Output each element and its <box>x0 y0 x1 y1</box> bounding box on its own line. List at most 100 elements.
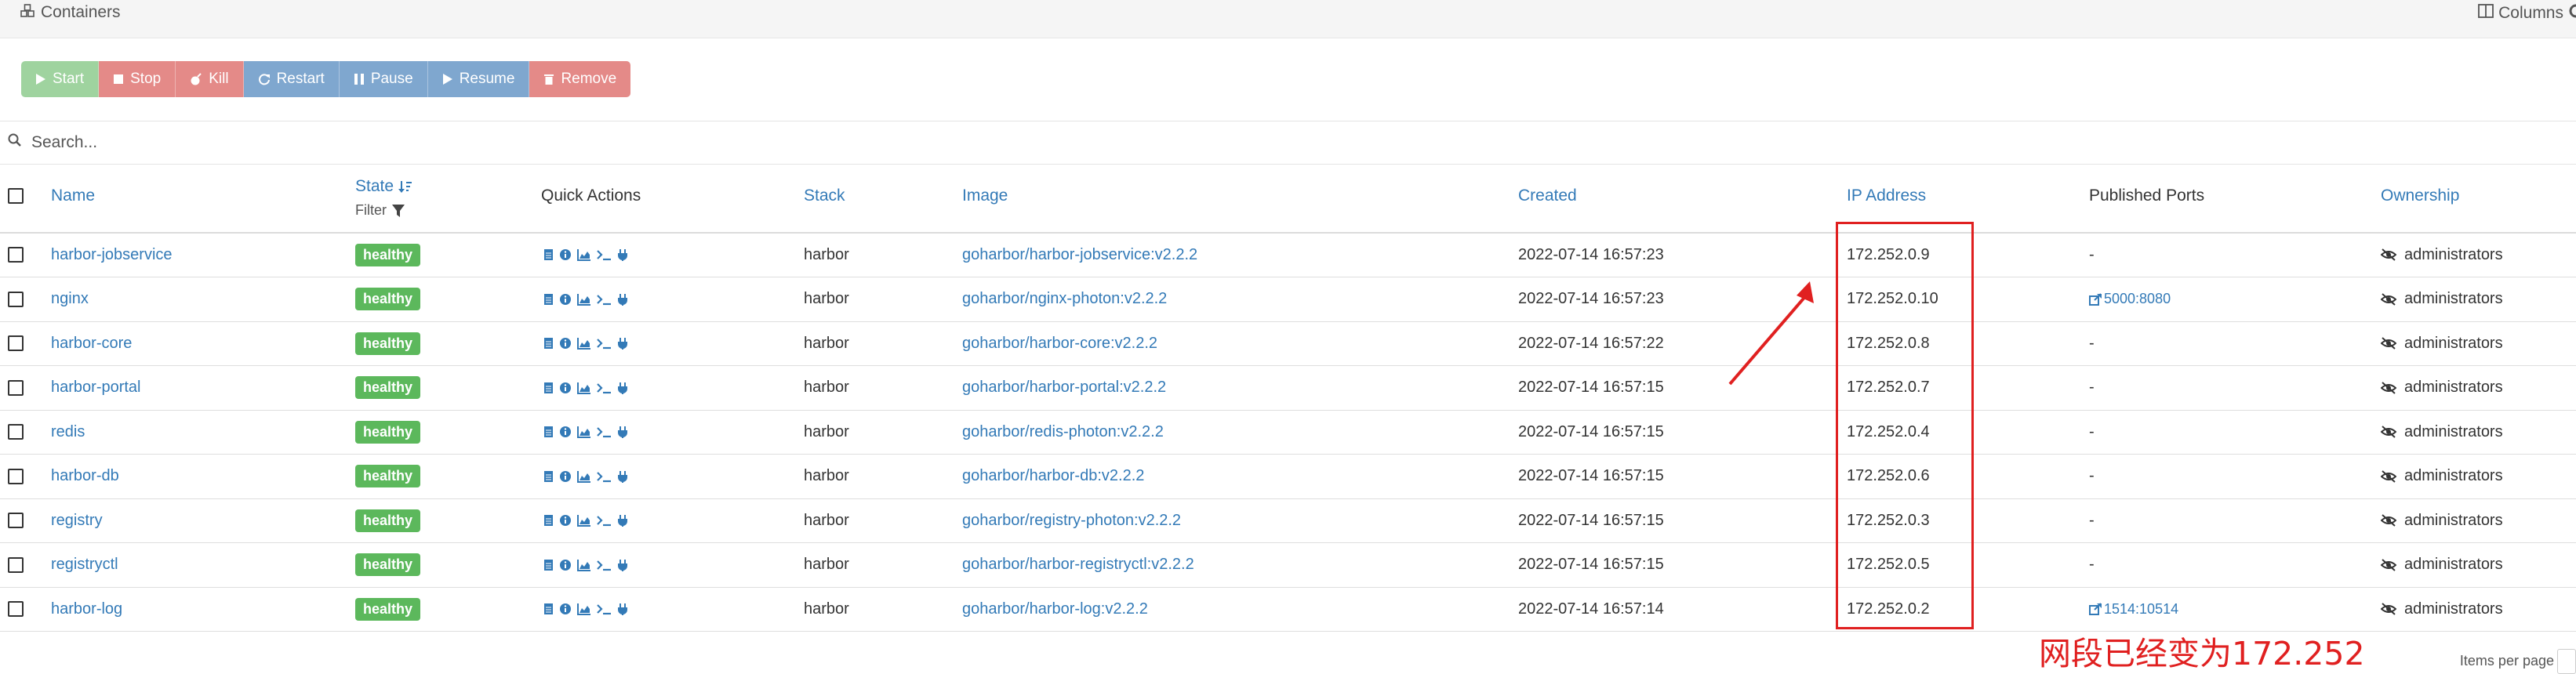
logs-icon[interactable] <box>543 337 554 350</box>
resume-button[interactable]: Resume <box>427 61 530 97</box>
container-name-link[interactable]: harbor-db <box>51 455 119 498</box>
attach-icon[interactable] <box>617 603 628 615</box>
image-link[interactable]: goharbor/registry-photon:v2.2.2 <box>962 498 1181 542</box>
column-header-stack[interactable]: Stack <box>804 187 845 205</box>
console-icon[interactable] <box>597 293 612 306</box>
row-checkbox[interactable] <box>8 379 24 396</box>
attach-icon[interactable] <box>617 559 628 571</box>
quick-actions <box>543 321 628 365</box>
image-link[interactable]: goharbor/harbor-jobservice:v2.2.2 <box>962 233 1197 277</box>
row-checkbox[interactable] <box>8 468 24 484</box>
attach-icon[interactable] <box>617 470 628 483</box>
select-all-checkbox[interactable] <box>8 188 24 204</box>
row-checkbox[interactable] <box>8 513 24 528</box>
column-header-created[interactable]: Created <box>1518 187 1577 205</box>
column-header-state[interactable]: State <box>355 177 412 196</box>
column-header-image[interactable]: Image <box>962 187 1008 205</box>
row-checkbox[interactable] <box>8 335 24 351</box>
info-icon[interactable] <box>559 337 572 350</box>
info-icon[interactable] <box>559 603 572 615</box>
container-name-link[interactable]: harbor-log <box>51 587 122 631</box>
logs-icon[interactable] <box>543 293 554 306</box>
container-name-link[interactable]: nginx <box>51 277 89 321</box>
container-name-link[interactable]: registry <box>51 498 103 542</box>
ownership-label: administrators <box>2404 556 2503 573</box>
published-port-link[interactable]: 5000:8080 <box>2089 291 2171 307</box>
attach-icon[interactable] <box>617 293 628 306</box>
container-name-link[interactable]: harbor-jobservice <box>51 233 173 277</box>
info-icon[interactable] <box>559 426 572 438</box>
start-button[interactable]: Start <box>21 61 100 97</box>
image-link[interactable]: goharbor/harbor-registryctl:v2.2.2 <box>962 543 1194 587</box>
state-filter[interactable]: Filter <box>355 202 405 219</box>
console-icon[interactable] <box>597 470 612 483</box>
published-port-link[interactable]: 1514:10514 <box>2089 601 2178 618</box>
logs-icon[interactable] <box>543 559 554 571</box>
attach-icon[interactable] <box>617 426 628 438</box>
created-cell: 2022-07-14 16:57:15 <box>1518 556 1664 573</box>
container-name-link[interactable]: harbor-portal <box>51 366 141 410</box>
ownership-label: administrators <box>2404 379 2503 396</box>
column-header-ip-address[interactable]: IP Address <box>1847 187 1926 205</box>
attach-icon[interactable] <box>617 382 628 394</box>
logs-icon[interactable] <box>543 470 554 483</box>
image-link[interactable]: goharbor/harbor-db:v2.2.2 <box>962 455 1144 498</box>
items-per-page-select[interactable] <box>2557 649 2576 674</box>
pause-button[interactable]: Pause <box>339 61 428 97</box>
stats-icon[interactable] <box>577 603 591 615</box>
stats-icon[interactable] <box>577 514 591 527</box>
image-link[interactable]: goharbor/harbor-portal:v2.2.2 <box>962 366 1166 410</box>
row-checkbox[interactable] <box>8 247 24 263</box>
logs-icon[interactable] <box>543 248 554 261</box>
row-checkbox[interactable] <box>8 424 24 440</box>
console-icon[interactable] <box>597 426 612 438</box>
attach-icon[interactable] <box>617 337 628 350</box>
info-icon[interactable] <box>559 382 572 394</box>
console-icon[interactable] <box>597 248 612 261</box>
console-icon[interactable] <box>597 514 612 527</box>
search-input[interactable] <box>30 132 503 153</box>
attach-icon[interactable] <box>617 248 628 261</box>
columns-button[interactable]: Columns <box>2478 3 2576 24</box>
row-checkbox[interactable] <box>8 601 24 617</box>
console-icon[interactable] <box>597 382 612 394</box>
console-icon[interactable] <box>597 603 612 615</box>
image-link[interactable]: goharbor/redis-photon:v2.2.2 <box>962 410 1164 454</box>
logs-icon[interactable] <box>543 426 554 438</box>
play-icon <box>36 74 45 85</box>
container-name-link[interactable]: redis <box>51 410 85 454</box>
stop-button[interactable]: Stop <box>99 61 176 97</box>
column-header-name[interactable]: Name <box>51 187 95 205</box>
console-icon[interactable] <box>597 337 612 350</box>
stats-icon[interactable] <box>577 426 591 438</box>
info-icon[interactable] <box>559 293 572 306</box>
image-link[interactable]: goharbor/harbor-core:v2.2.2 <box>962 321 1157 365</box>
stats-icon[interactable] <box>577 293 591 306</box>
column-header-ownership[interactable]: Ownership <box>2381 187 2459 205</box>
info-icon[interactable] <box>559 559 572 571</box>
image-link[interactable]: goharbor/nginx-photon:v2.2.2 <box>962 277 1167 321</box>
container-name-link[interactable]: registryctl <box>51 543 118 587</box>
stats-icon[interactable] <box>577 470 591 483</box>
logs-icon[interactable] <box>543 603 554 615</box>
attach-icon[interactable] <box>617 514 628 527</box>
restart-button[interactable]: Restart <box>243 61 340 97</box>
logs-icon[interactable] <box>543 514 554 527</box>
row-checkbox[interactable] <box>8 291 24 307</box>
container-name-link[interactable]: harbor-core <box>51 321 132 365</box>
remove-button[interactable]: Remove <box>529 61 631 97</box>
stats-icon[interactable] <box>577 559 591 571</box>
stats-icon[interactable] <box>577 382 591 394</box>
ownership-cell: administrators <box>2381 543 2503 587</box>
kill-button[interactable]: Kill <box>176 61 244 97</box>
stats-icon[interactable] <box>577 248 591 261</box>
info-icon[interactable] <box>559 248 572 261</box>
row-checkbox-cell <box>8 587 24 631</box>
row-checkbox[interactable] <box>8 556 24 573</box>
info-icon[interactable] <box>559 470 572 483</box>
stats-icon[interactable] <box>577 337 591 350</box>
info-icon[interactable] <box>559 514 572 527</box>
image-link[interactable]: goharbor/harbor-log:v2.2.2 <box>962 587 1148 631</box>
console-icon[interactable] <box>597 559 612 571</box>
logs-icon[interactable] <box>543 382 554 394</box>
